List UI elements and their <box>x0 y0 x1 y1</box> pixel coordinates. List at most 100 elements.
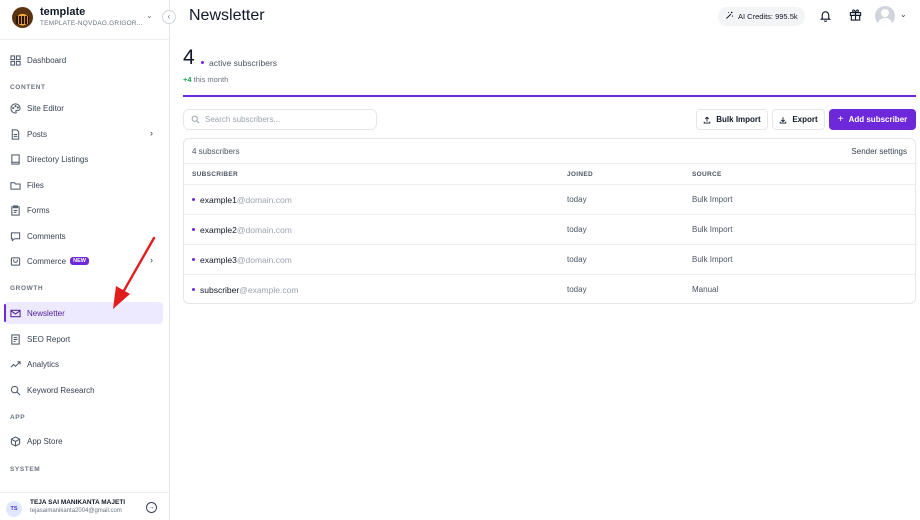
subscriber-source: Bulk Import <box>692 195 733 204</box>
joined-date: today <box>567 225 587 234</box>
dashboard-icon <box>10 54 21 66</box>
table-header: SUBSCRIBER JOINED SOURCE <box>184 163 915 185</box>
sidebar-item-label: Comments <box>27 231 66 241</box>
sidebar-item-commerce[interactable]: Commerce NEW › <box>4 250 163 272</box>
report-icon <box>10 333 21 345</box>
gift-icon[interactable] <box>849 8 862 21</box>
email-local: example1 <box>200 195 237 205</box>
analytics-icon <box>10 359 21 370</box>
status-dot <box>192 198 195 202</box>
search-box[interactable] <box>183 109 377 130</box>
active-subscriber-count: 4 <box>183 46 195 69</box>
section-label-system: SYSTEM <box>10 466 41 473</box>
workspace-switcher[interactable]: template TEMPLATE-NQVDAG.GRIGOR... ⌄ <box>0 0 169 40</box>
ai-credits-label: AI Credits: 995.5k <box>738 12 798 21</box>
section-label-content: CONTENT <box>10 84 46 91</box>
sidebar-item-forms[interactable]: Forms <box>4 199 163 221</box>
search-input[interactable] <box>205 115 365 124</box>
user-profile[interactable]: TS TEJA SAI MANIKANTA MAJETI tejasaimani… <box>0 492 169 520</box>
page-title: Newsletter <box>189 7 265 24</box>
subscriber-source: Bulk Import <box>692 255 733 264</box>
email-local: subscriber <box>200 285 240 295</box>
sidebar-item-dashboard[interactable]: Dashboard <box>4 49 163 71</box>
sidebar-item-label: Directory Listings <box>27 154 89 164</box>
bell-icon[interactable] <box>819 9 832 22</box>
status-dot <box>192 228 195 232</box>
subscriber-source: Manual <box>692 285 719 294</box>
document-icon <box>10 128 21 140</box>
sidebar-item-label: App Store <box>27 436 63 446</box>
collapse-sidebar-button[interactable]: ‹ <box>162 10 176 24</box>
mail-icon <box>10 308 21 319</box>
add-subscriber-label: Add subscriber <box>848 115 908 124</box>
column-header-subscriber[interactable]: SUBSCRIBER <box>192 171 238 178</box>
new-badge: NEW <box>70 257 89 265</box>
section-label-growth: GROWTH <box>10 285 44 292</box>
sidebar-item-directory-listings[interactable]: Directory Listings <box>4 148 163 170</box>
search-icon <box>191 115 200 124</box>
joined-date: today <box>567 195 587 204</box>
sidebar-item-app-store[interactable]: App Store <box>4 430 163 452</box>
folder-icon <box>10 180 21 191</box>
sidebar-item-label: Newsletter <box>27 308 65 318</box>
sidebar-item-posts[interactable]: Posts › <box>4 123 163 145</box>
table-row[interactable]: example2@domain.com today Bulk Import <box>184 215 915 245</box>
table-row[interactable]: example3@domain.com today Bulk Import <box>184 245 915 275</box>
chevron-right-icon: › <box>150 255 153 265</box>
status-dot <box>192 258 195 262</box>
add-subscriber-button[interactable]: + Add subscriber <box>829 109 916 130</box>
site-name: template <box>40 6 86 18</box>
bulk-import-button[interactable]: Bulk Import <box>696 109 768 130</box>
sidebar-item-newsletter[interactable]: Newsletter <box>4 302 163 324</box>
chevron-right-icon: › <box>150 128 153 138</box>
export-button[interactable]: Export <box>772 109 825 130</box>
comment-icon <box>10 231 21 242</box>
avatar: TS <box>6 501 22 517</box>
email-domain: @domain.com <box>236 225 292 235</box>
sidebar-item-files[interactable]: Files <box>4 174 163 196</box>
joined-date: today <box>567 285 587 294</box>
divider <box>183 95 916 97</box>
active-subscriber-label: active subscribers <box>209 58 278 68</box>
user-name: TEJA SAI MANIKANTA MAJETI <box>30 499 126 506</box>
status-dot <box>201 61 204 64</box>
cart-icon <box>10 256 21 267</box>
email-local: example3 <box>200 255 237 265</box>
box-icon <box>10 435 21 447</box>
email-domain: @domain.com <box>236 195 292 205</box>
sidebar-item-analytics[interactable]: Analytics <box>4 353 163 375</box>
subscriber-email: example1@domain.com <box>192 195 292 205</box>
sidebar-item-label: Dashboard <box>27 55 67 65</box>
sidebar-item-label: Commerce <box>27 256 67 266</box>
email-domain: @domain.com <box>236 255 292 265</box>
sidebar-item-keyword-research[interactable]: Keyword Research <box>4 379 163 401</box>
column-header-joined[interactable]: JOINED <box>567 171 593 178</box>
sidebar-item-label: SEO Report <box>27 334 71 344</box>
sidebar: template TEMPLATE-NQVDAG.GRIGOR... ⌄ Das… <box>0 0 170 520</box>
avatar[interactable] <box>875 6 895 26</box>
subscribers-table: 4 subscribers Sender settings SUBSCRIBER… <box>183 138 916 304</box>
column-header-source[interactable]: SOURCE <box>692 171 722 178</box>
subscriber-count: 4 subscribers <box>192 147 240 156</box>
sender-settings-link[interactable]: Sender settings <box>851 147 907 156</box>
sidebar-item-site-editor[interactable]: Site Editor <box>4 97 163 119</box>
ai-credits-badge[interactable]: AI Credits: 995.5k <box>718 7 805 26</box>
subscriber-email: example2@domain.com <box>192 225 292 235</box>
magic-wand-icon <box>725 11 734 22</box>
chevron-down-icon[interactable]: ⌄ <box>900 10 907 19</box>
status-dot <box>192 288 195 292</box>
subscriber-email: subscriber@example.com <box>192 285 298 295</box>
table-row[interactable]: example1@domain.com today Bulk Import <box>184 185 915 215</box>
logout-icon[interactable]: → <box>146 502 157 513</box>
subscriber-email: example3@domain.com <box>192 255 292 265</box>
section-label-app: APP <box>10 414 26 421</box>
table-row[interactable]: subscriber@example.com today Manual <box>184 275 915 305</box>
export-label: Export <box>792 115 818 124</box>
sidebar-item-seo-report[interactable]: SEO Report <box>4 328 163 350</box>
email-local: example2 <box>200 225 237 235</box>
bulk-import-label: Bulk Import <box>716 115 761 124</box>
palette-icon <box>10 102 21 114</box>
clipboard-icon <box>10 204 21 216</box>
sidebar-item-label: Forms <box>27 205 50 215</box>
sidebar-item-comments[interactable]: Comments <box>4 225 163 247</box>
